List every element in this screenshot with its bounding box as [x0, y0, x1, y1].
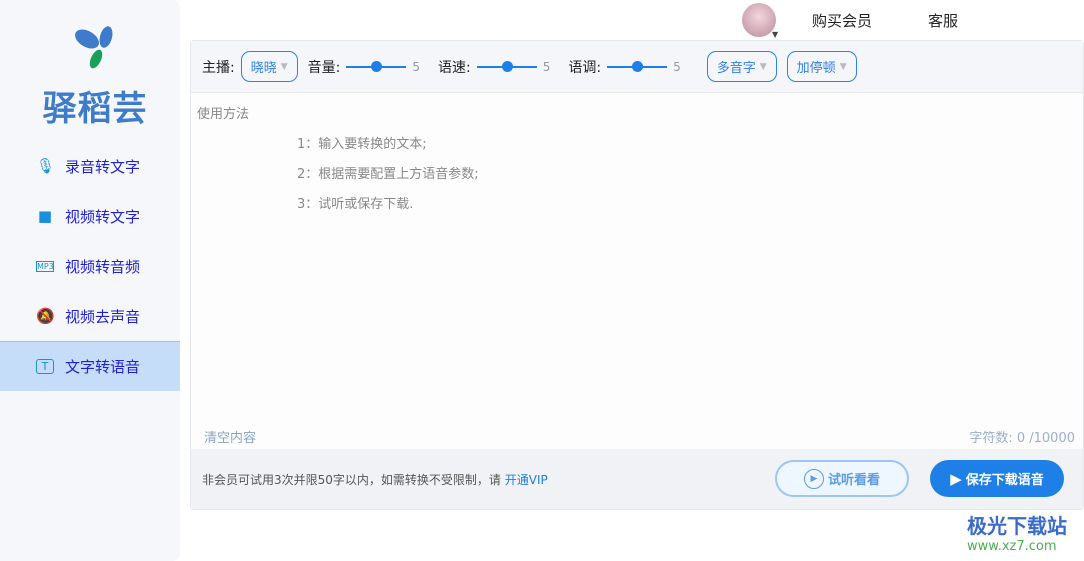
- usage-step: 3：试听或保存下载.: [297, 197, 414, 212]
- app-logo: 驿稻芸: [30, 25, 160, 130]
- sidebar-item-label: 视频转音频: [65, 257, 141, 276]
- caret-down-icon: ▼: [839, 61, 847, 72]
- clear-content-button[interactable]: 清空内容: [204, 427, 256, 446]
- voice-toolbar: 主播: 晓晓 ▼ 音量: 5 语速: 5 语调: 5 多音字 ▼ 加停顿 ▼: [191, 41, 1083, 93]
- text-icon: T: [36, 359, 54, 374]
- pitch-slider[interactable]: [607, 60, 668, 72]
- mp3-file-icon: MP3: [36, 260, 54, 272]
- caret-down-icon: ▼: [759, 61, 767, 72]
- action-footer: 非会员可试用3次并限50字以内，如需转换不受限制，请 开通VIP ▶ 试听看看 ▶…: [191, 449, 1083, 509]
- character-count: 字符数: 0 /10000: [969, 431, 1075, 446]
- sidebar-item-video-to-audio[interactable]: MP3 视频转音频: [0, 241, 180, 291]
- sidebar-item-label: 录音转文字: [65, 157, 141, 176]
- slider-knob[interactable]: [501, 60, 513, 72]
- usage-step: 2：根据需要配置上方语音参数;: [297, 167, 479, 182]
- sidebar-item-text-to-speech[interactable]: T 文字转语音: [0, 341, 180, 391]
- anchor-label: 主播:: [202, 59, 235, 76]
- speed-label: 语速:: [438, 59, 471, 76]
- sidebar-item-label: 文字转语音: [65, 358, 141, 376]
- pause-button[interactable]: 加停顿 ▼: [786, 51, 857, 82]
- trial-note-text: 非会员可试用3次并限50字以内，如需转换不受限制，请: [202, 473, 505, 487]
- sidebar-item-video-to-text[interactable]: ■ 视频转文字: [0, 191, 180, 241]
- leaf-logo-icon: [75, 26, 113, 69]
- buy-membership-link[interactable]: 购买会员: [812, 10, 872, 31]
- watermark: 极光下载站 www.xz7.com: [925, 510, 1067, 554]
- polyphone-label: 多音字: [716, 61, 756, 76]
- speed-slider[interactable]: [476, 60, 537, 72]
- watermark-name: 极光下载站: [967, 514, 1067, 538]
- bell-off-icon: 🔕: [36, 307, 55, 325]
- volume-value: 5: [412, 59, 421, 74]
- usage-title: 使用方法: [197, 107, 250, 122]
- save-label: 保存下载语音: [965, 473, 1044, 488]
- preview-button[interactable]: ▶ 试听看看: [775, 460, 909, 497]
- play-icon: ▶: [950, 469, 962, 488]
- pause-label: 加停顿: [796, 61, 836, 76]
- anchor-value: 晓晓: [250, 61, 277, 76]
- anchor-select[interactable]: 晓晓 ▼: [240, 51, 298, 82]
- usage-step: 1：输入要转换的文本;: [297, 137, 427, 152]
- user-avatar[interactable]: [742, 3, 776, 37]
- video-camera-icon: ■: [37, 207, 53, 225]
- volume-slider[interactable]: [346, 60, 407, 72]
- watermark-url: www.xz7.com: [967, 539, 1057, 554]
- pitch-label: 语调:: [568, 59, 602, 76]
- pitch-value: 5: [673, 59, 681, 74]
- tts-panel: 主播: 晓晓 ▼ 音量: 5 语速: 5 语调: 5 多音字 ▼ 加停顿 ▼ 使用方法…: [190, 40, 1084, 510]
- polyphone-button[interactable]: 多音字 ▼: [706, 51, 777, 82]
- app-name: 驿稻芸: [42, 89, 148, 129]
- caret-down-icon[interactable]: ▼: [772, 30, 778, 39]
- caret-down-icon: ▼: [280, 61, 288, 72]
- open-vip-link[interactable]: 开通VIP: [505, 473, 548, 487]
- save-download-button[interactable]: ▶ 保存下载语音: [930, 460, 1064, 497]
- microphone-icon: 🎙: [36, 157, 56, 175]
- play-circle-icon: ▶: [803, 468, 824, 489]
- slider-knob[interactable]: [371, 60, 383, 72]
- customer-service-link[interactable]: 客服: [928, 10, 958, 31]
- preview-label: 试听看看: [827, 473, 880, 488]
- sidebar-item-audio-to-text[interactable]: 🎙 录音转文字: [0, 141, 180, 191]
- volume-label: 音量:: [307, 59, 341, 76]
- sidebar-item-label: 视频去声音: [65, 307, 141, 326]
- slider-knob[interactable]: [632, 60, 644, 72]
- sidebar: 驿稻芸 🎙 录音转文字 ■ 视频转文字 MP3 视频转音频 🔕 视频去声音 T 文字转语音: [0, 0, 180, 561]
- speed-value: 5: [542, 59, 551, 74]
- sidebar-item-remove-audio[interactable]: 🔕 视频去声音: [0, 291, 180, 341]
- trial-note: 非会员可试用3次并限50字以内，如需转换不受限制，请 开通VIP: [202, 471, 548, 488]
- sidebar-item-label: 视频转文字: [65, 207, 141, 226]
